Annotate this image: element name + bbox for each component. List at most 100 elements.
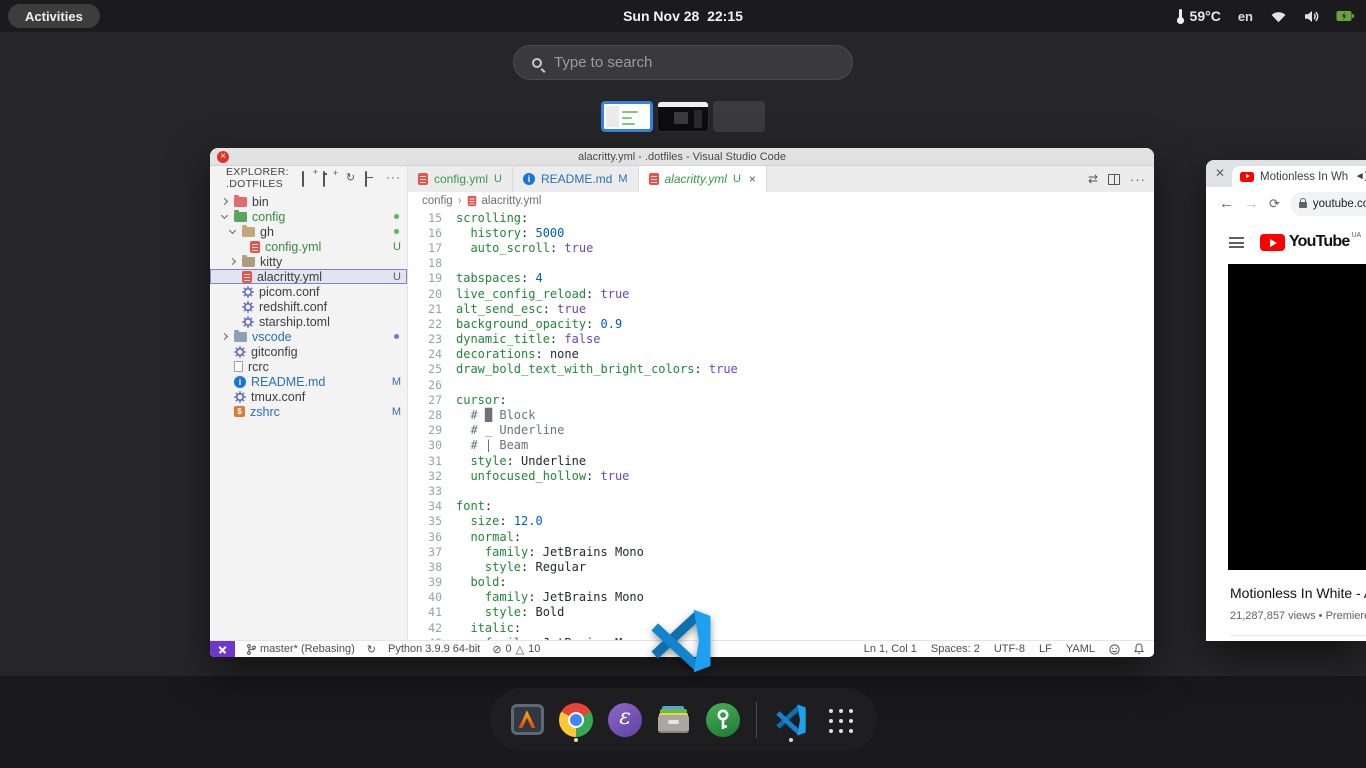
code-line: 24decorations: none bbox=[408, 347, 1154, 362]
tree-item-picom-conf[interactable]: picom.conf bbox=[210, 284, 407, 299]
line-number: 26 bbox=[408, 378, 442, 392]
chrome-active-tab[interactable]: Motionless In White - A ◄) bbox=[1232, 166, 1366, 187]
tree-item-label: zshrc bbox=[250, 405, 392, 419]
tree-item-readme-md[interactable]: iREADME.mdM bbox=[210, 374, 407, 389]
reload-button[interactable]: ⟳ bbox=[1269, 196, 1280, 212]
breadcrumb-file[interactable]: alacritty.yml bbox=[482, 195, 542, 207]
tree-item-zshrc[interactable]: $zshrcM bbox=[210, 404, 407, 419]
lock-icon[interactable] bbox=[1299, 202, 1307, 208]
line-number: 15 bbox=[408, 211, 442, 225]
cursor-position-status[interactable]: Ln 1, Col 1 bbox=[864, 643, 917, 655]
encoding-status[interactable]: UTF-8 bbox=[994, 643, 1025, 655]
gear-file-icon bbox=[234, 346, 246, 358]
chevron-right-icon[interactable] bbox=[229, 258, 236, 265]
address-bar[interactable]: youtube.com/wa bbox=[1290, 192, 1366, 216]
folder-icon bbox=[234, 332, 247, 342]
forward-button[interactable]: → bbox=[1244, 195, 1259, 212]
video-player[interactable] bbox=[1228, 264, 1366, 570]
sync-icon[interactable]: ↻ bbox=[367, 643, 376, 656]
close-tab-icon[interactable]: × bbox=[749, 172, 756, 186]
editor-tab-config-yml[interactable]: config.ymlU bbox=[408, 166, 513, 192]
language-mode-status[interactable]: YAML bbox=[1066, 643, 1095, 655]
chevron-down-icon[interactable] bbox=[229, 227, 236, 234]
remote-indicator[interactable] bbox=[210, 641, 235, 658]
vscode-window[interactable]: × alacritty.yml - .dotfiles - Visual Stu… bbox=[210, 148, 1154, 657]
workspace-thumbnail-2[interactable] bbox=[657, 101, 709, 132]
split-editor-icon[interactable] bbox=[1108, 174, 1120, 185]
dock-item-emacs[interactable]: ε bbox=[608, 698, 643, 742]
new-file-icon[interactable] bbox=[302, 172, 315, 185]
chrome-window[interactable]: ✕ Motionless In White - A ◄) ← → ⟳ youtu… bbox=[1206, 160, 1366, 641]
menu-icon[interactable] bbox=[1229, 237, 1244, 248]
search-icon bbox=[532, 58, 542, 68]
tab-label: README.md bbox=[541, 172, 612, 186]
clock[interactable]: Sun Nov 28 22:15 bbox=[0, 8, 1366, 24]
chevron-down-icon[interactable] bbox=[221, 212, 228, 219]
code-editor[interactable]: 15scrolling:16 history: 500017 auto_scro… bbox=[408, 210, 1154, 640]
dock-item-alacritty[interactable] bbox=[510, 698, 545, 742]
tab-close-icon[interactable]: ✕ bbox=[1215, 166, 1225, 180]
editor-tab-readme-md[interactable]: iREADME.mdM bbox=[513, 166, 639, 192]
tree-item-redshift-conf[interactable]: redshift.conf bbox=[210, 299, 407, 314]
warnings-icon: △ bbox=[516, 643, 524, 656]
code-line: 37 family: JetBrains Mono bbox=[408, 544, 1154, 559]
vscode-titlebar[interactable]: × alacritty.yml - .dotfiles - Visual Stu… bbox=[210, 148, 1154, 166]
open-changes-icon[interactable]: ⇄ bbox=[1088, 172, 1098, 186]
editor-tab-alacritty-yml[interactable]: alacritty.ymlU× bbox=[639, 166, 767, 192]
eol-status[interactable]: LF bbox=[1039, 643, 1052, 655]
editor-area: config.ymlUiREADME.mdMalacritty.ymlU× ⇄ … bbox=[408, 166, 1154, 640]
refresh-explorer-icon[interactable]: ↻ bbox=[344, 172, 357, 185]
workspace-thumbnail-3[interactable] bbox=[713, 101, 765, 132]
collapse-folders-icon[interactable] bbox=[365, 172, 378, 185]
code-line: 19tabspaces: 4 bbox=[408, 271, 1154, 286]
tree-item-bin[interactable]: bin bbox=[210, 194, 407, 209]
wifi-icon[interactable] bbox=[1270, 10, 1287, 23]
tree-item-config[interactable]: config bbox=[210, 209, 407, 224]
tree-item-label: config bbox=[252, 210, 394, 224]
tab-audio-icon[interactable]: ◄) bbox=[1355, 171, 1366, 182]
search-bar[interactable] bbox=[513, 45, 853, 80]
volume-icon[interactable] bbox=[1304, 10, 1319, 23]
tree-item-alacritty-yml[interactable]: alacritty.ymlU bbox=[210, 269, 407, 284]
line-number: 25 bbox=[408, 362, 442, 376]
indentation-status[interactable]: Spaces: 2 bbox=[931, 643, 980, 655]
dock-item-chrome[interactable] bbox=[559, 698, 594, 742]
tree-item-starship-toml[interactable]: starship.toml bbox=[210, 314, 407, 329]
tree-item-rcrc[interactable]: rcrc bbox=[210, 359, 407, 374]
chevron-right-icon[interactable] bbox=[221, 198, 228, 205]
dock-item-files[interactable] bbox=[657, 698, 692, 742]
problems-status[interactable]: ⊘0 △10 bbox=[492, 643, 540, 656]
feedback-icon[interactable] bbox=[1109, 644, 1120, 655]
tree-item-tmux-conf[interactable]: tmux.conf bbox=[210, 389, 407, 404]
search-input[interactable] bbox=[554, 54, 814, 71]
file-manager-icon bbox=[658, 706, 690, 734]
youtube-favicon bbox=[1240, 172, 1254, 182]
tree-item-gitconfig[interactable]: gitconfig bbox=[210, 344, 407, 359]
tree-item-kitty[interactable]: kitty bbox=[210, 254, 407, 269]
workspace-thumbnail-1[interactable] bbox=[601, 101, 653, 132]
tree-item-label: picom.conf bbox=[259, 285, 401, 299]
keyboard-layout-indicator[interactable]: en bbox=[1238, 9, 1253, 24]
tree-item-config-yml[interactable]: config.ymlU bbox=[210, 239, 407, 254]
notifications-bell-icon[interactable] bbox=[1134, 643, 1144, 655]
line-number: 18 bbox=[408, 256, 442, 270]
vscode-logo-drag-icon[interactable] bbox=[649, 608, 713, 674]
editor-more-icon[interactable]: ··· bbox=[1130, 172, 1146, 187]
chevron-right-icon[interactable] bbox=[221, 333, 228, 340]
git-branch-status[interactable]: master* (Rebasing) bbox=[247, 643, 355, 655]
battery-icon[interactable] bbox=[1336, 10, 1354, 22]
dock-item-keepassxc[interactable] bbox=[706, 698, 741, 742]
new-folder-icon[interactable] bbox=[323, 172, 336, 185]
youtube-logo[interactable]: YouTube UA bbox=[1260, 232, 1361, 252]
tree-item-vscode[interactable]: vscode bbox=[210, 329, 407, 344]
back-button[interactable]: ← bbox=[1219, 195, 1234, 212]
tree-item-gh[interactable]: gh bbox=[210, 224, 407, 239]
dock-item-app-grid[interactable] bbox=[822, 698, 857, 742]
shell-file-icon: $ bbox=[234, 406, 245, 417]
dock-item-vscode[interactable] bbox=[773, 698, 808, 742]
explorer-more-icon[interactable]: ··· bbox=[386, 172, 399, 185]
video-title: Motionless In White - Anot bbox=[1230, 585, 1366, 601]
code-line: 16 history: 5000 bbox=[408, 225, 1154, 240]
breadcrumb-folder[interactable]: config bbox=[422, 195, 453, 207]
python-interpreter-status[interactable]: Python 3.9.9 64-bit bbox=[388, 643, 480, 655]
